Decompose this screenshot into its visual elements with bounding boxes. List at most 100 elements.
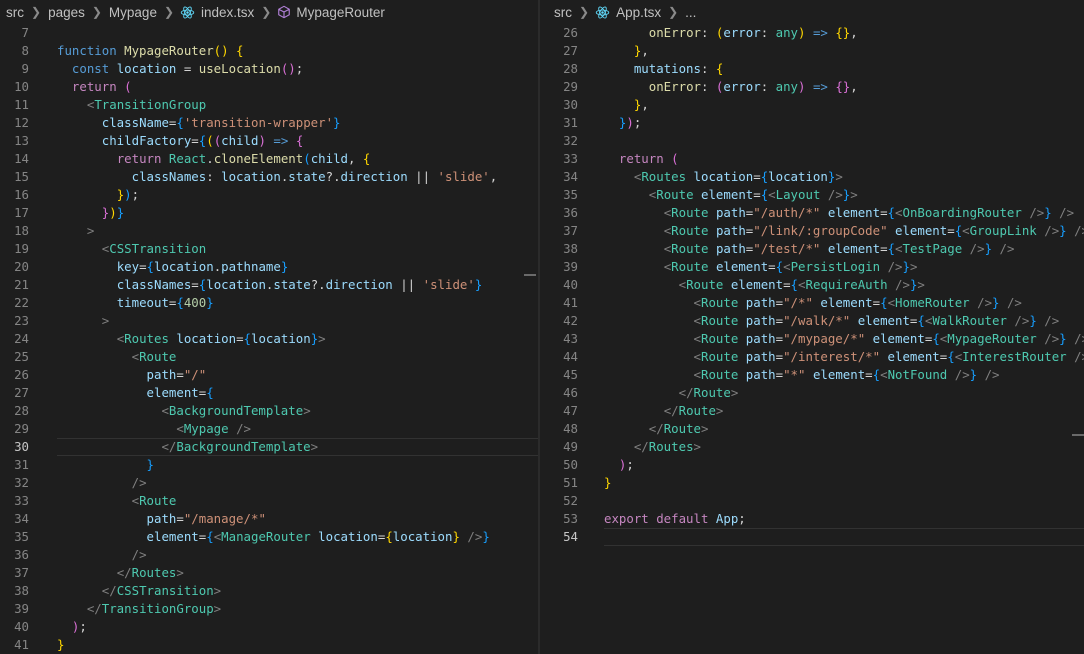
code-line[interactable]: 39 <Route element={<PersistLogin />}> (540, 258, 1084, 276)
code-area[interactable]: 7 8 function MypageRouter() {9 const locat… (0, 24, 538, 654)
code-line[interactable]: 10 return ( (0, 78, 538, 96)
code-line[interactable]: 31 }); (540, 114, 1084, 132)
code-line[interactable]: 46 </Route> (540, 384, 1084, 402)
scrollbar-marker[interactable] (524, 274, 536, 276)
breadcrumb-ellipsis[interactable]: ... (685, 5, 696, 20)
code-line[interactable]: 51} (540, 474, 1084, 492)
code-line[interactable]: 33 <Route (0, 492, 538, 510)
code-line[interactable]: 22 timeout={400} (0, 294, 538, 312)
code-line[interactable]: 14 return React.cloneElement(child, { (0, 150, 538, 168)
code-line[interactable]: 15 classNames: location.state?.direction… (0, 168, 538, 186)
code-line[interactable]: 20 key={location.pathname} (0, 258, 538, 276)
code-line[interactable]: 12 className={'transition-wrapper'} (0, 114, 538, 132)
breadcrumb-src[interactable]: src (554, 5, 572, 20)
code-line[interactable]: 25 <Route (0, 348, 538, 366)
code-line[interactable]: 7 (0, 24, 538, 42)
code-token: Layout (775, 187, 821, 202)
code-line[interactable]: 11 <TransitionGroup (0, 96, 538, 114)
code-line[interactable]: 24 <Routes location={location}> (0, 330, 538, 348)
code-line[interactable]: 41} (0, 636, 538, 654)
code-line[interactable]: 35 element={<ManageRouter location={loca… (0, 528, 538, 546)
code-line[interactable]: 23 > (0, 312, 538, 330)
code-token: < (768, 187, 776, 202)
code-line[interactable]: 45 <Route path="*" element={<NotFound />… (540, 366, 1084, 384)
breadcrumb-mypage[interactable]: Mypage (109, 5, 157, 20)
code-line[interactable]: 52 (540, 492, 1084, 510)
code-line[interactable]: 50 ); (540, 456, 1084, 474)
code-line[interactable]: 28 <BackgroundTemplate> (0, 402, 538, 420)
code-token: Route (701, 295, 739, 310)
code-line[interactable]: 37 </Routes> (0, 564, 538, 582)
code-line[interactable]: 16 }); (0, 186, 538, 204)
line-number: 35 (14, 529, 29, 544)
code-line[interactable]: 38 <Route path="/test/*" element={<TestP… (540, 240, 1084, 258)
code-line[interactable]: 19 <CSSTransition (0, 240, 538, 258)
breadcrumb-pages[interactable]: pages (48, 5, 85, 20)
breadcrumb-src[interactable]: src (6, 5, 24, 20)
code-line[interactable]: 18 > (0, 222, 538, 240)
right-editor-pane[interactable]: src ❯ App.tsx ❯ ... 26 onError: (error: … (540, 0, 1084, 654)
code-line[interactable]: 37 < Route path = "/link/:groupCode" elemen… (540, 222, 1084, 240)
code-line[interactable]: 47 </Route> (540, 402, 1084, 420)
left-editor-pane[interactable]: src ❯ pages ❯ Mypage ❯ index.tsx ❯ Mypag… (0, 0, 538, 654)
code-line[interactable]: 34 <Routes location={location}> (540, 168, 1084, 186)
code-line[interactable]: 48 </Route> (540, 420, 1084, 438)
code-token: element (827, 241, 881, 256)
breadcrumb-file[interactable]: App.tsx (616, 5, 661, 20)
code-line[interactable]: 28 mutations: { (540, 60, 1084, 78)
code-line[interactable]: 42 <Route path="/walk/*" element={<WalkR… (540, 312, 1084, 330)
code-line[interactable]: 35 <Route element={<Layout />}> (540, 186, 1084, 204)
code-text: export default App; (604, 510, 746, 528)
code-token: } (984, 241, 993, 256)
code-text: <Route element={<PersistLogin />}> (604, 258, 918, 276)
code-token: Route (686, 277, 724, 292)
code-line[interactable]: 30 }, (540, 96, 1084, 114)
code-line[interactable]: 27 }, (540, 42, 1084, 60)
code-token: > (730, 385, 739, 400)
code-area[interactable]: 26 onError: (error: any) => {}, 27 }, 28 m… (540, 24, 1084, 546)
scrollbar-marker[interactable] (1072, 434, 1084, 436)
code-line[interactable]: 21 classNames={location.state?.direction… (0, 276, 538, 294)
code-line[interactable]: 8 function MypageRouter() { (0, 42, 538, 60)
code-line[interactable]: 36 <Route path="/auth/*" element={<OnBoa… (540, 204, 1084, 222)
code-line[interactable]: 33 return ( (540, 150, 1084, 168)
code-line[interactable]: 17 })} (0, 204, 538, 222)
code-line[interactable]: 34 path="/manage/*" (0, 510, 538, 528)
breadcrumb-file[interactable]: index.tsx (201, 5, 254, 20)
code-line[interactable]: 39 </TransitionGroup> (0, 600, 538, 618)
code-line[interactable]: 40 <Route element={<RequireAuth />}> (540, 276, 1084, 294)
code-line[interactable]: 29 onError: (error: any) => {}, (540, 78, 1084, 96)
code-line[interactable]: 54 (540, 528, 1084, 546)
code-line[interactable]: 32 /> (0, 474, 538, 492)
code-line[interactable]: 26 onError: (error: any) => {}, (540, 24, 1084, 42)
code-line[interactable]: 36 /> (0, 546, 538, 564)
code-line[interactable]: 41 <Route path="/*" element={<HomeRouter… (540, 294, 1084, 312)
code-token: ( (124, 79, 132, 94)
code-token: Route (139, 349, 177, 364)
code-line[interactable]: 9 const location = useLocation(); (0, 60, 538, 78)
code-line[interactable]: 29 <Mypage /> (0, 420, 538, 438)
code-token: = (775, 349, 784, 364)
code-line[interactable]: 43 <Route path="/mypage/*" element={<Myp… (540, 330, 1084, 348)
code-token: /> (1029, 205, 1045, 220)
code-line[interactable]: 38 </CSSTransition> (0, 582, 538, 600)
code-line[interactable]: 32 (540, 132, 1084, 150)
code-line[interactable]: 30 </BackgroundTemplate> (0, 438, 538, 456)
line-number: 27 (14, 385, 29, 400)
code-line[interactable]: 44 <Route path="/interest/*" element={<I… (540, 348, 1084, 366)
line-number: 15 (14, 169, 29, 184)
code-line[interactable]: 13 childFactory={((child) => { (0, 132, 538, 150)
code-line[interactable]: 40 ); (0, 618, 538, 636)
breadcrumb-symbol[interactable]: MypageRouter (296, 5, 385, 20)
code-line[interactable]: 27 element={ (0, 384, 538, 402)
code-line[interactable]: 26 path="/" (0, 366, 538, 384)
code-line[interactable]: 31 } (0, 456, 538, 474)
code-line[interactable]: 49 </Routes> (540, 438, 1084, 456)
code-line[interactable]: 53 export default App; (540, 510, 1084, 528)
